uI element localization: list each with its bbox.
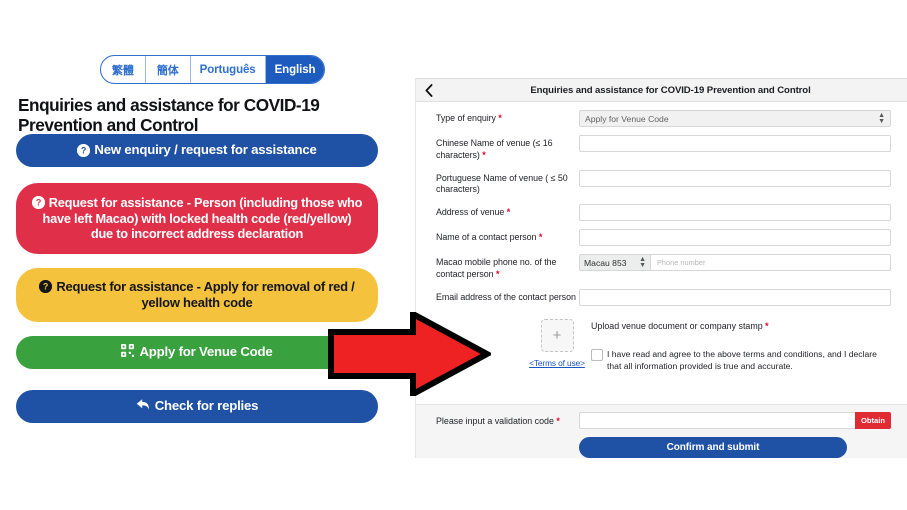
stepper-arrows-icon: ▲ ▼ [878, 111, 885, 125]
contact-email-input[interactable] [579, 288, 891, 306]
language-switcher[interactable]: 繁體 簡体 Português English [100, 55, 326, 84]
validation-block: Please input a validation code * Obtain … [416, 404, 907, 458]
apply-venue-code-label: Apply for Venue Code [139, 344, 273, 360]
field-portuguese-name-of-venue: Portuguese Name of venue ( ≤ 50 characte… [416, 169, 907, 197]
field-label: Portuguese Name of venue ( ≤ 50 characte… [436, 172, 568, 195]
removal-health-code-button[interactable]: ? Request for assistance - Apply for rem… [16, 268, 378, 322]
field-chinese-name-of-venue: Chinese Name of venue (≤ 16 characters) … [416, 135, 907, 162]
consent-row: I have read and agree to the above terms… [591, 348, 891, 373]
qr-code-icon [121, 343, 135, 362]
upload-column: + <Terms of use> [526, 318, 588, 371]
validation-row: Please input a validation code * Obtain [436, 412, 891, 429]
reply-arrow-icon [136, 398, 150, 416]
stepper-arrows-icon: ▲ ▼ [639, 255, 646, 269]
obtain-code-button[interactable]: Obtain [854, 412, 891, 429]
form-title: Enquiries and assistance for COVID-19 Pr… [530, 84, 811, 96]
new-enquiry-label: New enquiry / request for assistance [94, 142, 317, 158]
plus-icon: + [552, 326, 562, 344]
back-chevron-icon[interactable] [422, 82, 436, 98]
locked-health-code-assistance-button[interactable]: ? Request for assistance - Person (inclu… [16, 183, 378, 254]
field-label: Macao mobile phone no. of the contact pe… [436, 257, 557, 279]
new-enquiry-button[interactable]: ? New enquiry / request for assistance [16, 134, 378, 167]
lang-tab-traditional-chinese[interactable]: 繁體 [101, 56, 146, 83]
svg-text:?: ? [36, 197, 41, 207]
field-address-of-venue: Address of venue * [416, 204, 907, 221]
validation-code-input[interactable] [579, 412, 855, 429]
lang-tab-english[interactable]: English [265, 56, 325, 83]
phone-number-input[interactable]: Phone number [651, 255, 890, 270]
validation-label: Please input a validation code * [436, 415, 560, 426]
contact-person-name-input[interactable] [579, 229, 891, 246]
terms-of-use-link[interactable]: <Terms of use> [529, 358, 585, 368]
check-replies-button[interactable]: Check for replies [16, 390, 378, 423]
type-of-enquiry-value: Apply for Venue Code [585, 113, 669, 124]
red-right-arrow-icon [327, 308, 494, 400]
address-input[interactable] [579, 204, 891, 221]
form-body: Type of enquiry * Apply for Venue Code ▲… [416, 110, 907, 458]
required-asterisk: * [482, 149, 486, 160]
required-asterisk: * [495, 268, 500, 279]
field-contact-email: Email address of the contact person [416, 288, 907, 306]
required-asterisk: * [538, 232, 543, 242]
field-label: Type of enquiry * [436, 113, 502, 123]
consent-text: I have read and agree to the above terms… [607, 348, 877, 371]
confirm-and-submit-button[interactable]: Confirm and submit [579, 437, 847, 458]
field-label: Address of venue * [436, 207, 511, 217]
required-asterisk: * [556, 415, 560, 426]
required-asterisk: * [765, 320, 769, 331]
lang-tab-simplified-chinese[interactable]: 簡体 [146, 56, 191, 83]
lang-tab-portuguese[interactable]: Português [191, 56, 266, 83]
type-of-enquiry-select[interactable]: Apply for Venue Code ▲ ▼ [579, 110, 891, 127]
upload-caption: Upload venue document or company stamp * [591, 320, 769, 331]
country-code-value: Macau 853 [584, 257, 627, 268]
question-circle-icon: ? [31, 195, 45, 209]
phone-input-group: Macau 853 ▲ ▼ Phone number [579, 254, 891, 271]
apply-venue-code-button[interactable]: Apply for Venue Code [16, 336, 378, 369]
question-circle-icon: ? [39, 279, 53, 293]
form-header: Enquiries and assistance for COVID-19 Pr… [416, 79, 907, 102]
submit-row: Confirm and submit [579, 437, 891, 458]
removal-health-code-label: Request for assistance - Apply for remov… [56, 278, 355, 310]
check-replies-label: Check for replies [154, 398, 259, 414]
upload-add-button[interactable]: + [540, 318, 574, 352]
upload-details: Upload venue document or company stamp *… [591, 319, 891, 373]
field-label: Chinese Name of venue (≤ 16 characters) … [436, 138, 553, 160]
required-asterisk: * [498, 113, 502, 123]
chinese-name-input[interactable] [579, 135, 891, 152]
field-contact-person-name: Name of a contact person * [416, 229, 907, 246]
left-promo-panel: 繁體 簡体 Português English Enquiries and as… [0, 0, 410, 510]
svg-text:?: ? [43, 281, 48, 291]
consent-checkbox[interactable] [591, 348, 603, 361]
country-code-select[interactable]: Macau 853 ▲ ▼ [580, 255, 651, 270]
portuguese-name-input[interactable] [579, 169, 891, 187]
venue-code-form-panel: Enquiries and assistance for COVID-19 Pr… [415, 78, 907, 458]
required-asterisk: * [506, 207, 511, 217]
svg-text:?: ? [81, 146, 86, 156]
locked-health-code-label: Request for assistance - Person (includi… [42, 194, 363, 242]
question-circle-icon: ? [77, 144, 91, 157]
page-title: Enquiries and assistance for COVID-19 Pr… [18, 95, 320, 135]
field-type-of-enquiry: Type of enquiry * Apply for Venue Code ▲… [416, 110, 907, 127]
field-label: Email address of the contact person [436, 291, 576, 302]
field-contact-phone: Macao mobile phone no. of the contact pe… [416, 254, 907, 281]
field-label: Name of a contact person * [436, 232, 543, 242]
